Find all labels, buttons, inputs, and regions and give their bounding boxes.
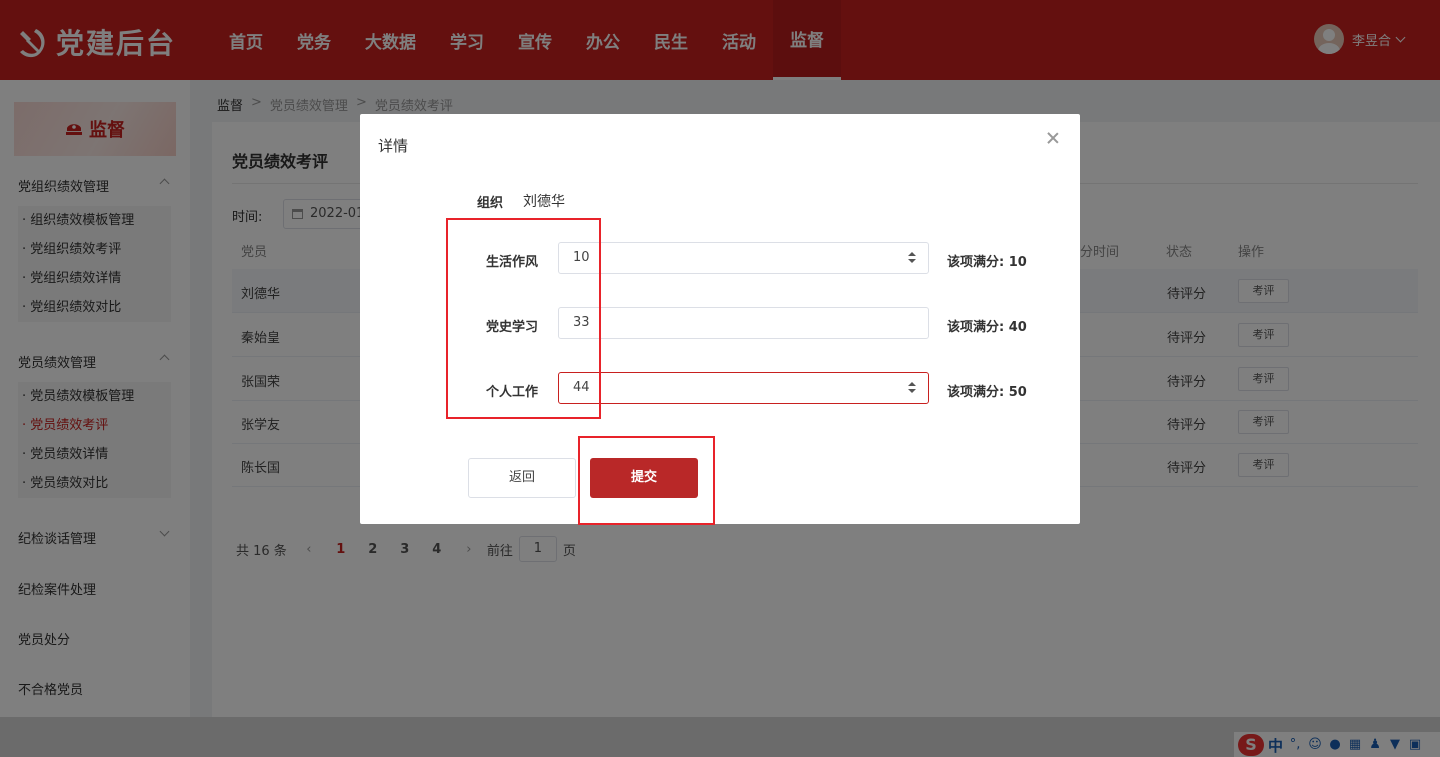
- score-input-personal-work[interactable]: 44: [558, 372, 929, 404]
- score-input-lifestyle[interactable]: 10: [558, 242, 929, 274]
- full-score-lifestyle: 该项满分: 10: [947, 255, 1027, 270]
- full-score-personal-work: 该项满分: 50: [947, 385, 1027, 400]
- stepper-icon[interactable]: [908, 252, 916, 264]
- annotation-box: [578, 436, 715, 525]
- close-icon[interactable]: [1046, 131, 1060, 145]
- stepper-icon[interactable]: [908, 382, 916, 394]
- org-value: 刘德华: [523, 194, 565, 210]
- dialog-title: 详情: [378, 137, 409, 155]
- full-score-party-history: 该项满分: 40: [947, 320, 1027, 335]
- annotation-box: [446, 218, 601, 419]
- back-button[interactable]: 返回: [468, 458, 576, 498]
- score-input-party-history[interactable]: 33: [558, 307, 929, 339]
- org-label: 组织: [477, 196, 504, 211]
